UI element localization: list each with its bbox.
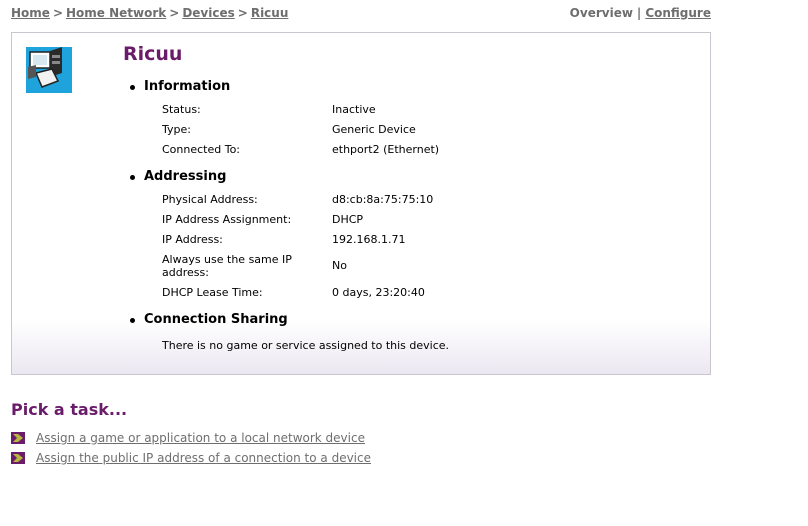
top-bar: Home > Home Network > Devices > Ricuu Overview… — [11, 6, 711, 22]
view-links-separator: | — [636, 6, 642, 20]
assign-public-ip-task-link[interactable]: Assign the public IP address of a connec… — [36, 451, 371, 465]
connection-sharing-section-title: Connection Sharing — [144, 312, 288, 327]
row-label: IP Address: — [162, 233, 223, 246]
row-value: ethport2 (Ethernet) — [332, 143, 440, 156]
row-label: Always use the same IP address: — [162, 253, 292, 279]
breadcrumb-separator: > — [237, 6, 248, 20]
view-links: Overview | Configure — [570, 6, 711, 20]
row-label: Physical Address: — [162, 193, 258, 206]
overview-label: Overview — [569, 6, 633, 20]
computer-device-icon — [22, 43, 74, 95]
pick-task-heading: Pick a task... — [11, 400, 128, 419]
connection-sharing-section-heading: Connection Sharing — [130, 312, 288, 327]
breadcrumb-device-link[interactable]: Ricuu — [251, 6, 289, 20]
addressing-section-heading: Addressing — [130, 169, 227, 184]
assign-game-task-link[interactable]: Assign a game or application to a local … — [36, 431, 365, 445]
row-value: No — [332, 259, 347, 272]
breadcrumb-devices-link[interactable]: Devices — [182, 6, 234, 20]
bullet-icon — [130, 175, 135, 180]
row-label: Status: — [162, 103, 201, 116]
arrow-right-icon — [11, 452, 25, 464]
bullet-icon — [130, 85, 135, 90]
breadcrumb: Home > Home Network > Devices > Ricuu — [11, 6, 288, 20]
breadcrumb-separator: > — [169, 6, 180, 20]
row-value: Generic Device — [332, 123, 416, 136]
device-name-title: Ricuu — [123, 43, 183, 65]
row-label: Type: — [162, 123, 191, 136]
row-value: 192.168.1.71 — [332, 233, 406, 246]
addressing-section-title: Addressing — [144, 169, 227, 184]
row-value: 0 days, 23:20:40 — [332, 286, 425, 299]
row-value: Inactive — [332, 103, 376, 116]
bullet-icon — [130, 318, 135, 323]
device-details-panel: Ricuu Information Status: Inactive Type:… — [11, 32, 711, 375]
configure-link[interactable]: Configure — [645, 6, 711, 20]
row-value: DHCP — [332, 213, 364, 226]
connection-sharing-note: There is no game or service assigned to … — [162, 339, 450, 352]
row-label: IP Address Assignment: — [162, 213, 292, 226]
information-section-heading: Information — [130, 79, 231, 94]
breadcrumb-separator: > — [52, 6, 63, 20]
row-label: Connected To: — [162, 143, 241, 156]
breadcrumb-home-network-link[interactable]: Home Network — [66, 6, 166, 20]
arrow-right-icon — [11, 432, 25, 444]
row-label: DHCP Lease Time: — [162, 286, 263, 299]
breadcrumb-home-link[interactable]: Home — [11, 6, 50, 20]
row-value: d8:cb:8a:75:75:10 — [332, 193, 434, 206]
information-section-title: Information — [144, 79, 231, 94]
